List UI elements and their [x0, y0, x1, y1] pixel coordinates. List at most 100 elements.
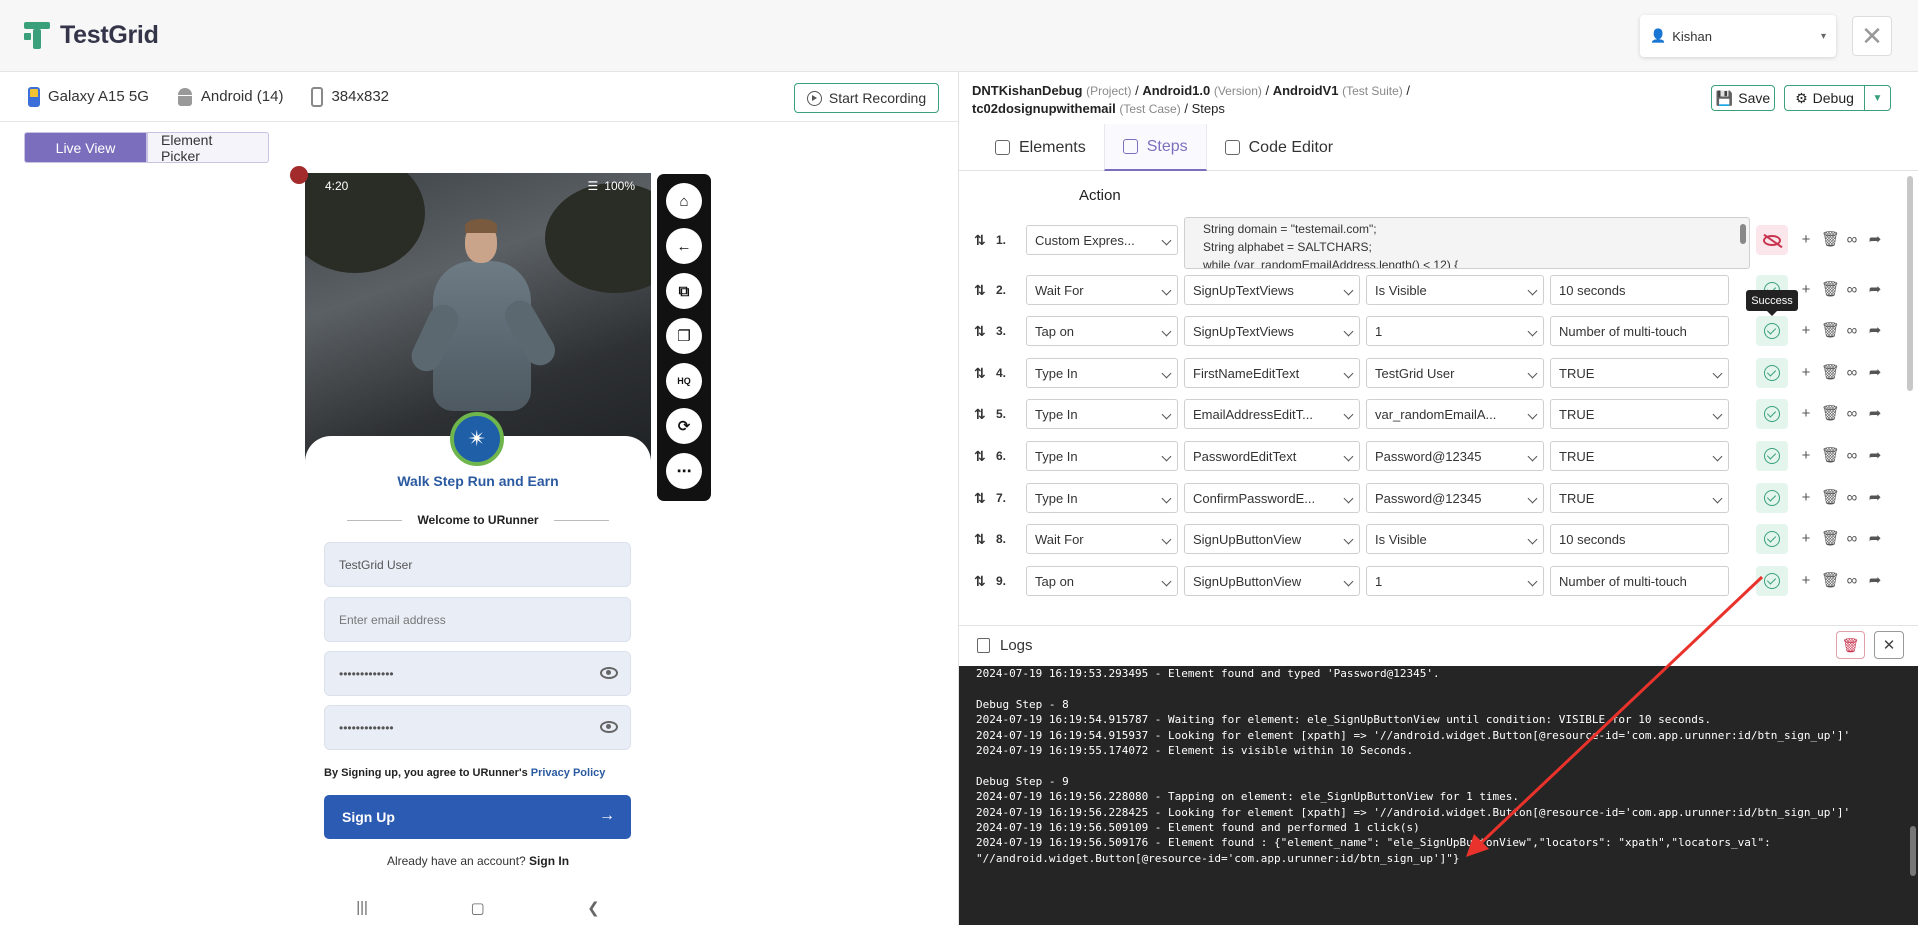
pointer-icon[interactable]: ➦ [1867, 488, 1883, 506]
element-select[interactable]: EmailAddressEditT... [1184, 399, 1360, 429]
close-logs-button[interactable]: ✕ [1874, 631, 1904, 659]
option-field[interactable]: 10 seconds [1550, 524, 1729, 554]
crumb-suite[interactable]: AndroidV1 [1273, 83, 1339, 98]
pointer-icon[interactable]: ➦ [1867, 321, 1883, 339]
option-field[interactable]: TRUE [1550, 358, 1729, 388]
recents-icon[interactable]: ||| [356, 899, 368, 916]
close-session-button[interactable]: ✕ [1852, 16, 1892, 56]
element-select[interactable]: SignUpButtonView [1184, 524, 1360, 554]
link-icon[interactable]: ∞ [1844, 405, 1860, 422]
add-icon[interactable]: + [1798, 322, 1814, 339]
value-select[interactable]: TestGrid User [1366, 358, 1544, 388]
more-icon[interactable]: ⋯ [666, 453, 702, 489]
element-select[interactable]: SignUpButtonView [1184, 566, 1360, 596]
pointer-icon[interactable]: ➦ [1867, 280, 1883, 298]
home-nav-icon[interactable]: ▢ [470, 899, 484, 917]
testgrid-logo[interactable]: TestGrid [24, 20, 159, 50]
option-field[interactable]: Number of multi-touch [1550, 566, 1729, 596]
trash-icon[interactable]: 🗑 [1821, 446, 1840, 464]
live-view-tab[interactable]: Live View [24, 132, 147, 163]
link-icon[interactable]: ∞ [1844, 281, 1860, 298]
drag-handle-icon[interactable]: ⇅ [974, 490, 986, 507]
action-select[interactable]: Wait For [1026, 275, 1178, 305]
option-field[interactable]: TRUE [1550, 399, 1729, 429]
value-select[interactable]: var_randomEmailA... [1366, 399, 1544, 429]
pointer-icon[interactable]: ➦ [1867, 571, 1883, 589]
value-select[interactable]: Is Visible [1366, 275, 1544, 305]
custom-expression-editor[interactable]: String domain = "testemail.com"; String … [1184, 217, 1750, 269]
option-field[interactable]: 10 seconds [1550, 275, 1729, 305]
app-switch-icon[interactable]: ⧉ [666, 273, 702, 309]
element-select[interactable]: FirstNameEditText [1184, 358, 1360, 388]
drag-handle-icon[interactable]: ⇅ [974, 323, 986, 340]
eye-icon[interactable] [600, 667, 618, 679]
value-select[interactable]: Password@12345 [1366, 483, 1544, 513]
pointer-icon[interactable]: ➦ [1867, 529, 1883, 547]
step-status-success[interactable] [1756, 483, 1788, 513]
crumb-project[interactable]: DNTKishanDebug [972, 83, 1083, 98]
drag-handle-icon[interactable]: ⇅ [974, 232, 986, 249]
pointer-icon[interactable]: ➦ [1867, 404, 1883, 422]
crumb-case[interactable]: tc02dosignupwithemail [972, 101, 1116, 116]
action-select[interactable]: Type In [1026, 358, 1178, 388]
tab-elements[interactable]: Elements [977, 124, 1104, 171]
trash-icon[interactable]: 🗑 [1821, 321, 1840, 339]
drag-handle-icon[interactable]: ⇅ [974, 365, 986, 382]
add-icon[interactable]: + [1798, 447, 1814, 464]
value-select[interactable]: Password@12345 [1366, 441, 1544, 471]
start-recording-button[interactable]: Start Recording [794, 83, 939, 113]
save-button[interactable]: 💾 Save [1711, 85, 1775, 111]
element-select[interactable]: SignUpTextViews [1184, 316, 1360, 346]
add-icon[interactable]: + [1798, 489, 1814, 506]
value-select[interactable]: Is Visible [1366, 524, 1544, 554]
trash-icon[interactable]: 🗑 [1821, 404, 1840, 422]
trash-icon[interactable]: 🗑 [1821, 280, 1840, 298]
value-select[interactable]: 1 [1366, 566, 1544, 596]
action-select[interactable]: Type In [1026, 441, 1178, 471]
pointer-icon[interactable]: ➦ [1867, 363, 1883, 381]
drag-handle-icon[interactable]: ⇅ [974, 448, 986, 465]
pointer-icon[interactable]: ➦ [1867, 230, 1883, 248]
add-icon[interactable]: + [1798, 281, 1814, 298]
element-select[interactable]: ConfirmPasswordE... [1184, 483, 1360, 513]
back-nav-icon[interactable]: ❮ [587, 899, 600, 917]
drag-handle-icon[interactable]: ⇅ [974, 573, 986, 590]
step-status-success[interactable] [1756, 316, 1788, 346]
action-select[interactable]: Type In [1026, 483, 1178, 513]
step-status-success[interactable] [1756, 399, 1788, 429]
element-select[interactable]: PasswordEditText [1184, 441, 1360, 471]
back-icon[interactable]: ← [666, 228, 702, 264]
trash-icon[interactable]: 🗑 [1821, 488, 1840, 506]
drag-handle-icon[interactable]: ⇅ [974, 531, 986, 548]
debug-button[interactable]: ⚙ Debug ▼ [1784, 85, 1891, 111]
steps-scrollbar[interactable] [1907, 176, 1913, 391]
eye-icon[interactable] [600, 721, 618, 733]
link-icon[interactable]: ∞ [1844, 489, 1860, 506]
element-picker-tab[interactable]: Element Picker [147, 132, 269, 164]
step-status-success[interactable] [1756, 566, 1788, 596]
tab-steps[interactable]: Steps [1103, 124, 1207, 171]
privacy-policy-link[interactable]: Privacy Policy [531, 767, 606, 779]
action-select[interactable]: Tap on [1026, 316, 1178, 346]
value-select[interactable]: 1 [1366, 316, 1544, 346]
option-field[interactable]: Number of multi-touch [1550, 316, 1729, 346]
name-input[interactable]: TestGrid User [324, 542, 631, 587]
action-select[interactable]: Wait For [1026, 524, 1178, 554]
log-console[interactable]: 2024-07-19 16:19:53.293495 - Element fou… [959, 666, 1918, 925]
add-icon[interactable]: + [1798, 572, 1814, 589]
device-screen[interactable]: 4:20 ☰ 100% ✴ Walk Step Run and Earn Wel… [305, 173, 651, 925]
log-scrollbar[interactable] [1910, 826, 1916, 876]
link-icon[interactable]: ∞ [1844, 364, 1860, 381]
sign-in-link[interactable]: Sign In [529, 854, 569, 868]
hq-icon[interactable]: HQ [666, 363, 702, 399]
link-icon[interactable]: ∞ [1844, 447, 1860, 464]
email-input[interactable]: Enter email address [324, 597, 631, 642]
step-status-success[interactable] [1756, 524, 1788, 554]
home-icon[interactable]: ⌂ [666, 183, 702, 219]
crumb-version[interactable]: Android1.0 [1142, 83, 1210, 98]
copy-icon[interactable]: ❐ [666, 318, 702, 354]
link-icon[interactable]: ∞ [1844, 322, 1860, 339]
rotate-icon[interactable]: ⟳ [666, 408, 702, 444]
trash-icon[interactable]: 🗑 [1821, 571, 1840, 589]
confirm-password-input[interactable]: ••••••••••••• [324, 705, 631, 750]
